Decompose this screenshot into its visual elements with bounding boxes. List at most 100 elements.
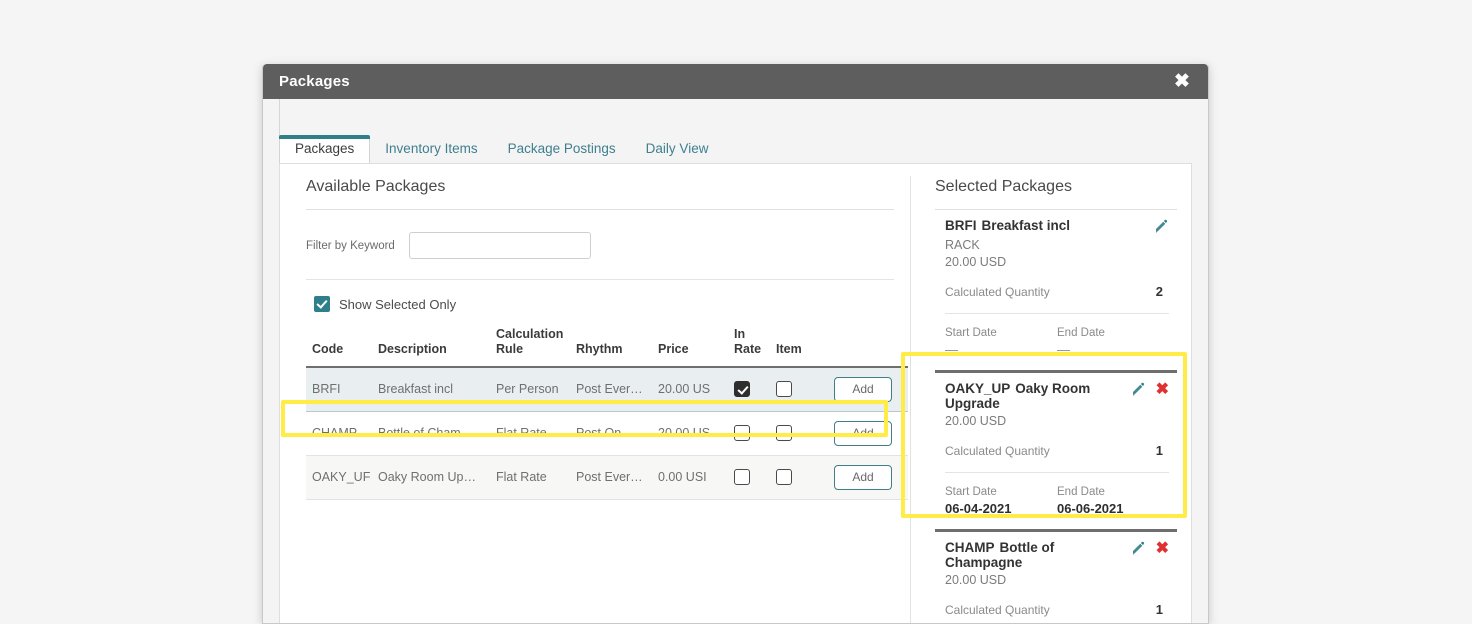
cell-description: Bottle of Cham…	[372, 411, 490, 456]
end-date-label: End Date	[1057, 327, 1105, 339]
cell-rhythm: Post Ever…	[570, 366, 652, 412]
available-packages-title: Available Packages	[306, 178, 446, 195]
column-header-calculation-rule: Calculation Rule	[496, 327, 564, 356]
in-rate-checkbox[interactable]	[734, 425, 750, 441]
start-date-label: Start Date	[945, 486, 997, 498]
column-header-in-rate: In Rate	[734, 327, 762, 356]
card-rate-code: RACK	[945, 238, 980, 252]
cell-in-rate	[728, 455, 770, 500]
cell-code: BRFI	[306, 366, 372, 412]
cell-in-rate	[728, 411, 770, 456]
show-selected-only-row[interactable]: Show Selected Only	[306, 280, 894, 327]
card-start-date: Start Date 06-04-2021	[945, 486, 1057, 516]
add-button[interactable]: Add	[834, 420, 892, 446]
dialog-titlebar: Packages ✖	[263, 64, 1208, 99]
cell-price: 0.00 USI	[652, 455, 728, 500]
selected-packages-panel: Selected Packages BRFI Breakfast incl RACK…	[911, 164, 1191, 623]
table-body: BRFI Breakfast incl Per Person Post Ever… 20…	[306, 366, 908, 500]
card-end-date: End Date 06-06-2021	[1057, 486, 1169, 516]
calculated-quantity-value: 1	[1155, 602, 1163, 617]
card-title: BRFI Breakfast incl	[945, 218, 1153, 233]
filter-row: Filter by Keyword	[306, 210, 894, 279]
card-quantity-row: Calculated Quantity 1	[945, 443, 1169, 458]
card-divider	[945, 313, 1169, 314]
end-date-value[interactable]: —	[1057, 342, 1169, 357]
edit-pencil-icon[interactable]	[1130, 541, 1146, 557]
card-title: OAKY_UP Oaky Room Upgrade	[945, 381, 1130, 411]
tab-daily-view-label: Daily View	[645, 141, 709, 156]
edit-pencil-icon[interactable]	[1130, 382, 1146, 398]
cell-code: CHAMP	[306, 411, 372, 456]
tab-package-postings[interactable]: Package Postings	[493, 136, 631, 163]
packages-dialog: Packages ✖ Packages Inventory Items Pack…	[262, 64, 1209, 624]
add-button[interactable]: Add	[834, 376, 892, 402]
edit-pencil-icon[interactable]	[1153, 219, 1169, 235]
delete-icon[interactable]: ✖	[1156, 541, 1169, 557]
filter-keyword-label: Filter by Keyword	[306, 239, 395, 252]
filter-keyword-input[interactable]	[408, 232, 591, 259]
start-date-value[interactable]: 06-04-2021	[945, 501, 1057, 516]
card-start-date: Start Date —	[945, 327, 1057, 357]
card-quantity-row: Calculated Quantity 2	[945, 284, 1169, 299]
cell-actions: Add	[820, 411, 908, 456]
calculated-quantity-value: 1	[1155, 443, 1163, 458]
tab-inventory-items-label: Inventory Items	[385, 141, 478, 156]
show-selected-only-checkbox[interactable]	[314, 296, 330, 312]
cell-item	[770, 455, 820, 500]
card-header: CHAMP Bottle of Champagne ✖	[945, 540, 1169, 570]
card-date-row: Start Date 06-04-2021 End Date 06-06-2021	[945, 486, 1169, 529]
cell-price: 20.00 US	[652, 366, 728, 412]
card-code: OAKY_UP	[945, 381, 1011, 396]
tab-packages[interactable]: Packages	[279, 135, 371, 164]
column-header-description: Description	[378, 341, 447, 356]
end-date-label: End Date	[1057, 486, 1105, 498]
calculated-quantity-label: Calculated Quantity	[945, 284, 1050, 299]
card-price: 20.00 USD	[945, 414, 1007, 428]
dialog-body: Packages Inventory Items Package Posting…	[263, 99, 1208, 623]
panels-container: Available Packages Filter by Keyword Sho…	[279, 163, 1192, 623]
close-icon[interactable]: ✖	[1170, 70, 1194, 94]
card-header: OAKY_UP Oaky Room Upgrade ✖	[945, 381, 1169, 411]
table-row[interactable]: CHAMP Bottle of Cham… Flat Rate Post On … 20…	[306, 411, 908, 456]
card-actions: ✖	[1130, 540, 1169, 557]
selected-package-card[interactable]: BRFI Breakfast incl RACK 20.00 USD Calculate…	[935, 210, 1177, 370]
card-price: 20.00 USD	[945, 255, 1007, 269]
selected-package-card[interactable]: CHAMP Bottle of Champagne ✖ 20.00 USD Calcul…	[935, 532, 1177, 623]
available-packages-panel: Available Packages Filter by Keyword Sho…	[280, 164, 910, 623]
tab-inventory-items[interactable]: Inventory Items	[370, 136, 492, 163]
table-row[interactable]: OAKY_UF Oaky Room Up… Flat Rate Post Ever… 0…	[306, 455, 908, 500]
in-rate-checkbox[interactable]	[734, 381, 750, 397]
calculated-quantity-label: Calculated Quantity	[945, 602, 1050, 617]
available-packages-table: Code Description Calculation Rule Rhythm…	[306, 327, 908, 500]
end-date-value[interactable]: 06-06-2021	[1057, 501, 1169, 516]
card-quantity-row: Calculated Quantity 1	[945, 602, 1169, 617]
card-end-date: End Date —	[1057, 327, 1169, 357]
cell-item	[770, 366, 820, 412]
cell-rhythm: Post On …	[570, 411, 652, 456]
item-checkbox[interactable]	[776, 469, 792, 485]
tab-daily-view[interactable]: Daily View	[631, 136, 724, 163]
cell-in-rate	[728, 366, 770, 412]
delete-icon[interactable]: ✖	[1156, 382, 1169, 398]
dialog-title: Packages	[279, 73, 350, 90]
start-date-value[interactable]: —	[945, 342, 1057, 357]
cell-description: Oaky Room Up…	[372, 455, 490, 500]
add-button[interactable]: Add	[834, 464, 892, 490]
card-divider	[945, 472, 1169, 473]
column-header-item: Item	[776, 341, 802, 356]
cell-calculation-rule: Per Person	[490, 366, 570, 412]
item-checkbox[interactable]	[776, 425, 792, 441]
selected-package-card[interactable]: OAKY_UP Oaky Room Upgrade ✖ 20.00 USD Calcul…	[935, 370, 1177, 532]
card-header: BRFI Breakfast incl	[945, 218, 1169, 235]
cell-rhythm: Post Ever…	[570, 455, 652, 500]
show-selected-only-label: Show Selected Only	[339, 296, 457, 312]
calculated-quantity-label: Calculated Quantity	[945, 443, 1050, 458]
cell-calculation-rule: Flat Rate	[490, 411, 570, 456]
cell-code: OAKY_UF	[306, 455, 372, 500]
item-checkbox[interactable]	[776, 381, 792, 397]
table-row[interactable]: BRFI Breakfast incl Per Person Post Ever… 20…	[306, 366, 908, 412]
in-rate-checkbox[interactable]	[734, 469, 750, 485]
tab-package-postings-label: Package Postings	[507, 141, 616, 156]
column-header-code: Code	[312, 341, 344, 356]
cell-item	[770, 411, 820, 456]
